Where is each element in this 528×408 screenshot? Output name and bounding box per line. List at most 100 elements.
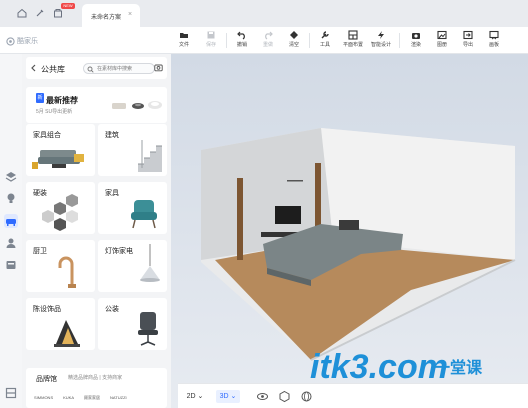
draw-board-button[interactable]: 画板: [482, 30, 506, 52]
export-label: 导出: [462, 42, 473, 48]
file-label: 文件: [178, 42, 189, 48]
brand-logo[interactable]: NATUZZI: [110, 395, 127, 401]
smart-design-label: 智能设计: [370, 42, 391, 48]
save-button[interactable]: 保存: [199, 30, 223, 52]
tools-button[interactable]: 工具: [313, 30, 337, 52]
brand-logo[interactable]: 顾家家居: [84, 395, 100, 401]
left-rail: [0, 54, 22, 408]
eye-icon[interactable]: [256, 390, 269, 403]
latest-recommend-card[interactable]: 新 最新推荐 5月 SU导出更新: [26, 87, 167, 123]
app-logo: 酷家乐: [6, 36, 38, 46]
render-label: 渲染: [410, 42, 421, 48]
category-card-hard-decor[interactable]: 硬装: [26, 182, 95, 234]
wrench-icon: [321, 31, 329, 39]
camera-search-icon[interactable]: [154, 63, 163, 72]
stairs-thumbnail: [138, 140, 162, 172]
bulb-icon[interactable]: [4, 191, 18, 205]
office-chair-thumbnail: [138, 312, 158, 346]
tile-thumbnail: [42, 194, 78, 231]
board-icon: [489, 30, 499, 40]
floorplan-label: 平面布置: [342, 42, 363, 48]
sofa-set-thumbnail: [32, 150, 84, 169]
file-icon: [180, 33, 188, 38]
brand-subtitle: 精选品牌商品 | 支持商家: [68, 375, 123, 381]
mode-2d-button[interactable]: 2D ⌄: [184, 390, 206, 403]
faucet-thumbnail: [58, 256, 76, 288]
home-icon[interactable]: [16, 7, 28, 19]
user-icon[interactable]: [4, 236, 18, 250]
brand-logos: SIMMONS KUKA 顾家家居 NATUZZI: [34, 395, 127, 401]
category-card-decor[interactable]: 陈设饰品: [26, 298, 95, 350]
logo-icon: [6, 36, 15, 46]
tv: [275, 206, 301, 224]
undo-button[interactable]: 撤销: [230, 30, 254, 52]
sofa-icon[interactable]: [4, 214, 18, 228]
main-toolbar: 酷家乐 文件 保存 撤销 重做 清空 工具 平面布置 智能设计 渲染 图册 导出…: [0, 27, 528, 54]
chevron-left-icon[interactable]: [30, 64, 37, 72]
clear-button[interactable]: 清空: [282, 30, 306, 52]
grid-icon[interactable]: [4, 386, 18, 400]
eraser-icon: [290, 31, 298, 39]
smart-design-button[interactable]: 智能设计: [369, 30, 393, 52]
wall-shelf: [287, 180, 303, 182]
tab-document[interactable]: 未命名方案 ×: [82, 4, 140, 27]
app-window: NEW 未命名方案 × 酷家乐 文件 保存 撤销 重做 清空 工具 平面布置 智…: [0, 0, 528, 408]
toolbar-divider: [399, 33, 400, 48]
toolbar-divider: [226, 33, 227, 48]
redo-icon: [265, 31, 273, 40]
tools-label: 工具: [319, 42, 330, 48]
toolbar-divider: [309, 33, 310, 48]
brand-logo[interactable]: SIMMONS: [34, 395, 53, 401]
pin-icon[interactable]: [34, 7, 46, 19]
search-input[interactable]: [97, 65, 153, 73]
mode-3d-label: 3D: [219, 393, 229, 400]
category-card-furniture-set[interactable]: 家具组合: [26, 124, 95, 176]
export-icon: [463, 30, 473, 40]
render-button[interactable]: 渲染: [404, 30, 428, 52]
mode-3d-button[interactable]: 3D ⌄: [216, 390, 240, 403]
library-panel: 公共库 新 最新推荐 5月 SU导出更新 家具组合: [22, 54, 171, 408]
search-icon: [87, 66, 94, 73]
save-icon: [207, 31, 215, 39]
drawing-button[interactable]: 图册: [430, 30, 454, 52]
mode-2d-label: 2D: [186, 393, 196, 400]
brand-name: 酷家乐: [17, 38, 38, 45]
panel-header: 公共库: [26, 57, 167, 79]
layers-icon[interactable]: [4, 170, 18, 184]
category-card-kitchen-bath[interactable]: 厨卫: [26, 240, 95, 292]
tab-title: 未命名方案: [91, 15, 122, 21]
floorplan-button[interactable]: 平面布置: [341, 30, 365, 52]
globe-icon[interactable]: [300, 390, 313, 403]
recommend-subtitle: 5月 SU导出更新: [36, 109, 73, 115]
brand-hall[interactable]: 品牌馆 精选品牌商品 | 支持商家 SIMMONS KUKA 顾家家居 NATU…: [26, 368, 167, 408]
brand-title: 品牌馆: [36, 376, 57, 383]
redo-label: 重做: [262, 42, 273, 48]
cube-icon[interactable]: [278, 390, 291, 403]
image-icon: [437, 30, 447, 40]
brand-logo[interactable]: KUKA: [63, 395, 74, 401]
category-card-architecture[interactable]: 建筑: [98, 124, 167, 176]
category-card-furniture[interactable]: 家具: [98, 182, 167, 234]
close-icon[interactable]: ×: [128, 11, 132, 18]
camera-icon: [412, 33, 420, 39]
redo-button[interactable]: 重做: [256, 30, 280, 52]
layout-icon: [348, 30, 358, 40]
category-card-lighting[interactable]: 灯饰家电: [98, 240, 167, 292]
armchair-thumbnail: [131, 200, 157, 229]
undo-label: 撤销: [236, 42, 247, 48]
box-icon[interactable]: [4, 258, 18, 272]
search-box[interactable]: [83, 63, 155, 74]
decor-thumbnail: [54, 320, 80, 347]
tab-bar: NEW 未命名方案 ×: [0, 0, 528, 27]
pendant-lamp-thumbnail: [140, 244, 160, 282]
lightning-icon: [378, 31, 384, 39]
watermark-sub: 一堂课: [434, 360, 483, 377]
file-button[interactable]: 文件: [172, 30, 196, 52]
chevron-down-icon: ⌄: [230, 393, 237, 400]
category-card-office[interactable]: 公装: [98, 298, 167, 350]
recommend-thumbnails: [112, 101, 162, 109]
drawing-label: 图册: [436, 42, 447, 48]
wood-panel-left: [237, 178, 243, 260]
draw-board-label: 画板: [488, 42, 499, 48]
export-button[interactable]: 导出: [456, 30, 480, 52]
